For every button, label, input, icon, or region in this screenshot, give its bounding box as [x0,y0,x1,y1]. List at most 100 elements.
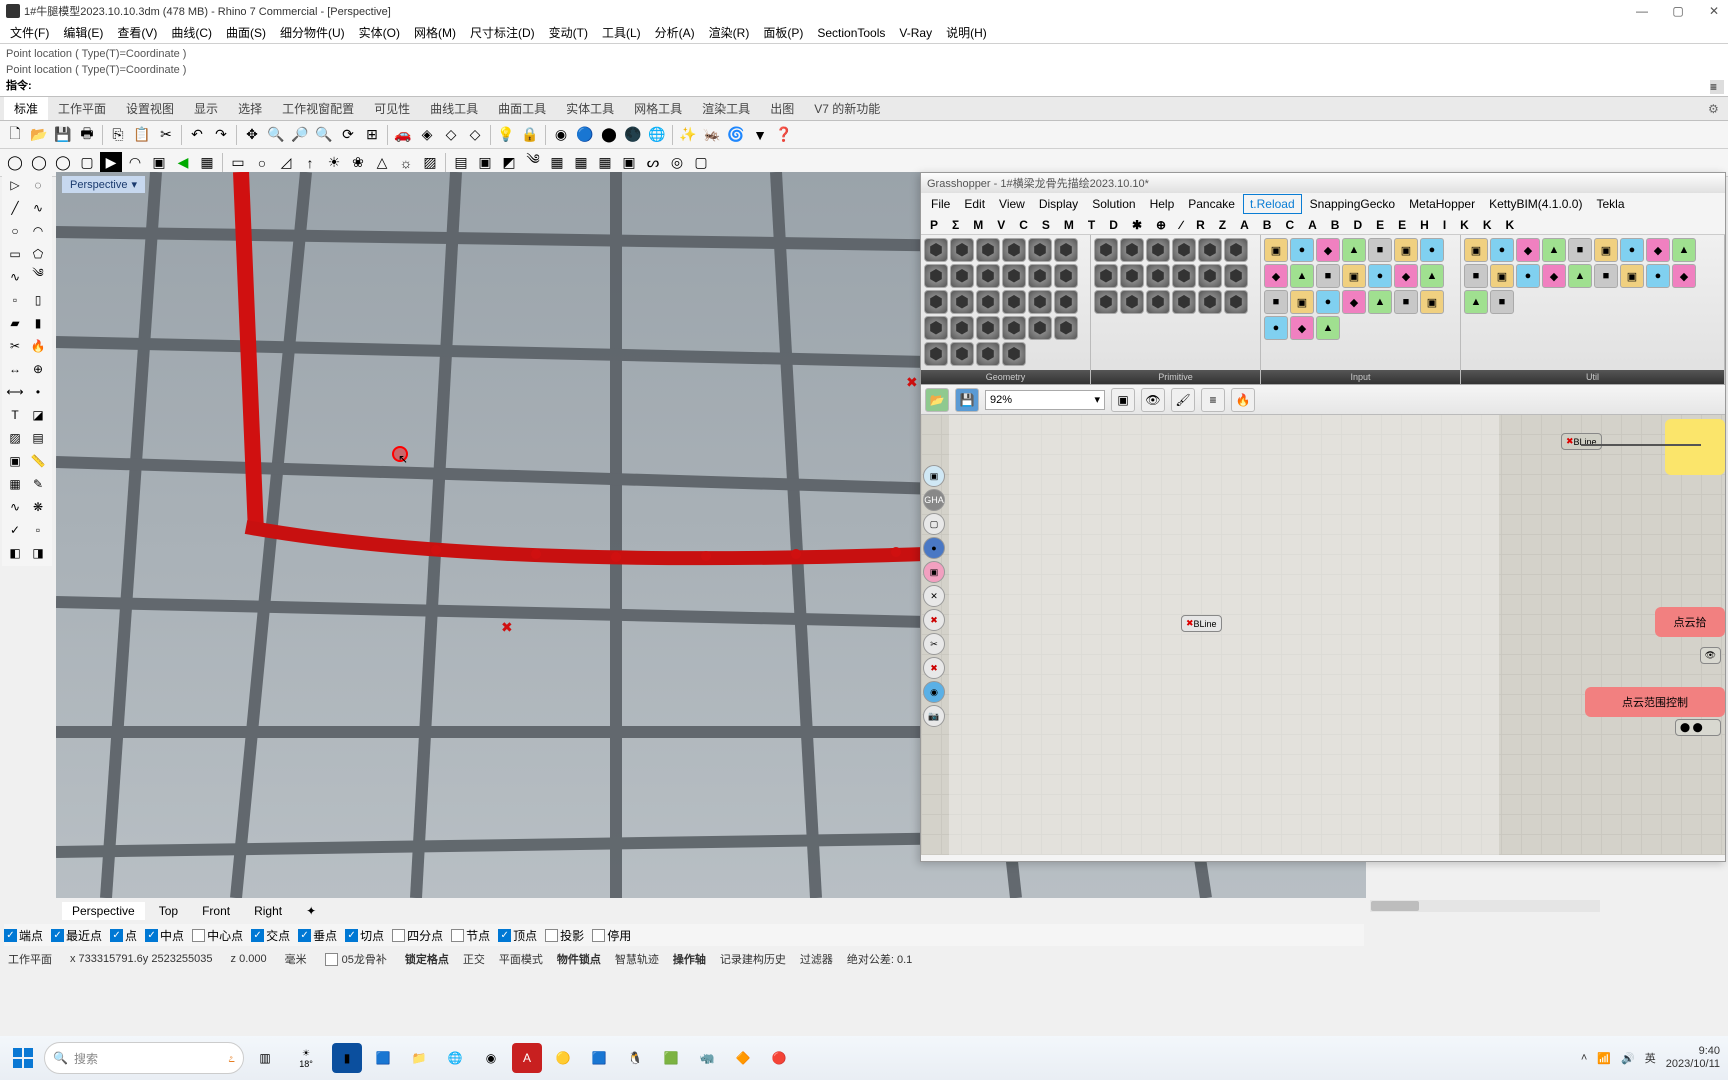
gh-canvas[interactable]: ▣ GHA ▢ ● ▣ ✕ ✖ ✂ ✖ ◉ 📷 ✖ BLine ✖ BLine [921,415,1725,855]
match-icon[interactable]: ◇ [440,124,462,146]
gh-side-pink-icon[interactable]: ▣ [923,561,945,583]
box2-icon[interactable]: ◩ [498,152,520,174]
gh-component-icon[interactable]: ⬢ [1094,238,1118,262]
gh-component-icon[interactable]: ▲ [1568,264,1592,288]
gh-component-icon[interactable]: ⬢ [1002,342,1026,366]
checkbox-icon[interactable]: ✓ [251,929,264,942]
zoom-icon[interactable]: 🔍 [265,124,287,146]
gh-menu-item[interactable]: t.Reload [1243,194,1302,214]
gh-component-icon[interactable]: ⬢ [950,316,974,340]
checkbox-icon[interactable]: ✓ [298,929,311,942]
gh-menu-item[interactable]: SnappingGecko [1304,195,1401,213]
rhino-menu-item[interactable]: 工具(L) [596,22,647,43]
curly-icon[interactable]: ᔕ [642,152,664,174]
gh-component-icon[interactable]: ■ [1490,290,1514,314]
explorer-icon[interactable]: 📁 [404,1043,434,1073]
checkbox-icon[interactable] [592,929,605,942]
gh-component-icon[interactable]: ▣ [1290,290,1314,314]
edge2-icon[interactable]: 🌐 [440,1043,470,1073]
box-icon[interactable]: ▫ [4,289,26,311]
gh-component-icon[interactable]: ◆ [1516,238,1540,262]
gh-component-icon[interactable]: ⬢ [1172,264,1196,288]
gh-component-icon[interactable]: ⬢ [976,238,1000,262]
checkbox-icon[interactable]: ✓ [145,929,158,942]
target-icon[interactable]: ◎ [666,152,688,174]
gh-ribbon-tab[interactable]: M [966,216,990,234]
gh-component-icon[interactable]: ⬢ [1094,290,1118,314]
car-icon[interactable]: 🚗 [392,124,414,146]
checkbox-icon[interactable]: ✓ [498,929,511,942]
gh-side-box-icon[interactable]: ▢ [923,513,945,535]
gh-node-toggle[interactable]: ⬤ ⬤ [1675,719,1721,736]
hatch2-icon[interactable]: ▨ [4,427,26,449]
gh-component-icon[interactable]: ⬢ [1054,238,1078,262]
rhino-menu-item[interactable]: 渲染(R) [703,22,756,43]
gh-component-icon[interactable]: ⬢ [1028,290,1052,314]
layer-checkbox[interactable] [325,953,338,966]
gh-component-icon[interactable]: ◆ [1316,238,1340,262]
tool-icon[interactable]: ▫ [27,519,49,541]
cylinder-icon[interactable]: ▢ [76,152,98,174]
status-toggle[interactable]: 智慧轨迹 [615,951,659,967]
rhino-tab[interactable]: 可见性 [364,97,420,120]
redo-icon[interactable]: ↷ [210,124,232,146]
cmd-icon[interactable]: ▶ [100,152,122,174]
gh-component-icon[interactable]: ⬢ [1120,264,1144,288]
rhino-tab[interactable]: 工作视窗配置 [272,97,364,120]
gh-component-icon[interactable]: ◆ [1672,264,1696,288]
gh-ribbon-tab[interactable]: S [1035,216,1057,234]
gh-ribbon-tab[interactable]: R [1189,216,1212,234]
rhino-menu-item[interactable]: 细分物件(U) [274,22,351,43]
gh-component-icon[interactable]: ⬢ [950,342,974,366]
circle-icon[interactable]: ○ [251,152,273,174]
gh-component-icon[interactable]: ● [1420,238,1444,262]
rhino-tab[interactable]: 曲线工具 [420,97,488,120]
gh-menu-item[interactable]: Solution [1086,195,1141,213]
gh-side-scissor-icon[interactable]: ✂ [923,633,945,655]
gh-group-red[interactable]: 点云范围控制 [1585,687,1725,717]
command-prompt[interactable]: 指令: [6,78,1722,94]
check-icon[interactable]: ✓ [4,519,26,541]
gh-ribbon-tab[interactable]: Z [1212,216,1233,234]
rhino-menu-item[interactable]: 网格(M) [408,22,462,43]
gh-ribbon-tab[interactable]: P [923,216,945,234]
gh-component-icon[interactable]: ⬢ [976,264,1000,288]
rhino-tab[interactable]: 标准 [4,97,48,120]
gh-component-icon[interactable]: ⬢ [976,342,1000,366]
gh-component-icon[interactable]: ▲ [1464,290,1488,314]
render-sphere-icon[interactable]: 🌑 [622,124,644,146]
gh-component-icon[interactable]: ◆ [1290,316,1314,340]
gh-component-icon[interactable]: ⬢ [976,290,1000,314]
square-icon[interactable]: ▢ [690,152,712,174]
grasshopper-window[interactable]: Grasshopper - 1#横梁龙骨先描绘2023.10.10* FileE… [920,172,1726,862]
tray-chevron-icon[interactable]: ˄ [1581,1052,1587,1064]
gh-side-blue-icon[interactable]: ◉ [923,681,945,703]
osnap-item[interactable]: ✓垂点 [298,927,337,944]
gh-component-icon[interactable]: ▣ [1594,238,1618,262]
gh-node[interactable]: ✖ BLine [1181,615,1222,632]
point-icon[interactable]: • [27,381,49,403]
box-icon[interactable]: ▣ [474,152,496,174]
gh-ribbon-tab[interactable]: T [1081,216,1102,234]
gh-component-icon[interactable]: ● [1516,264,1540,288]
maximize-button[interactable]: ▢ [1670,3,1686,19]
gh-component-icon[interactable]: ● [1264,316,1288,340]
arrow-up-icon[interactable]: ↑ [299,152,321,174]
gh-title-bar[interactable]: Grasshopper - 1#横梁龙骨先描绘2023.10.10* [921,173,1725,193]
task-view-icon[interactable]: ▥ [250,1043,280,1073]
properties-icon[interactable]: ⬤ [598,124,620,146]
print-icon[interactable]: 🖶 [76,124,98,146]
gh-component-icon[interactable]: ● [1620,238,1644,262]
gh-component-icon[interactable]: ⬢ [1028,316,1052,340]
gh-component-icon[interactable]: ⬢ [1198,264,1222,288]
gh-component-icon[interactable]: ⬢ [1120,238,1144,262]
taskbar-app-icon[interactable]: ▮ [332,1043,362,1073]
vray-icon[interactable]: ▼ [749,124,771,146]
gh-component-icon[interactable]: ⬢ [1172,238,1196,262]
gh-component-icon[interactable]: ⬢ [924,290,948,314]
rhino-menu-item[interactable]: 查看(V) [111,22,163,43]
gh-component-icon[interactable]: ● [1290,238,1314,262]
green-arrow-icon[interactable]: ◀ [172,152,194,174]
gh-component-icon[interactable]: ● [1316,290,1340,314]
gh-ribbon-tab[interactable]: K [1476,216,1499,234]
